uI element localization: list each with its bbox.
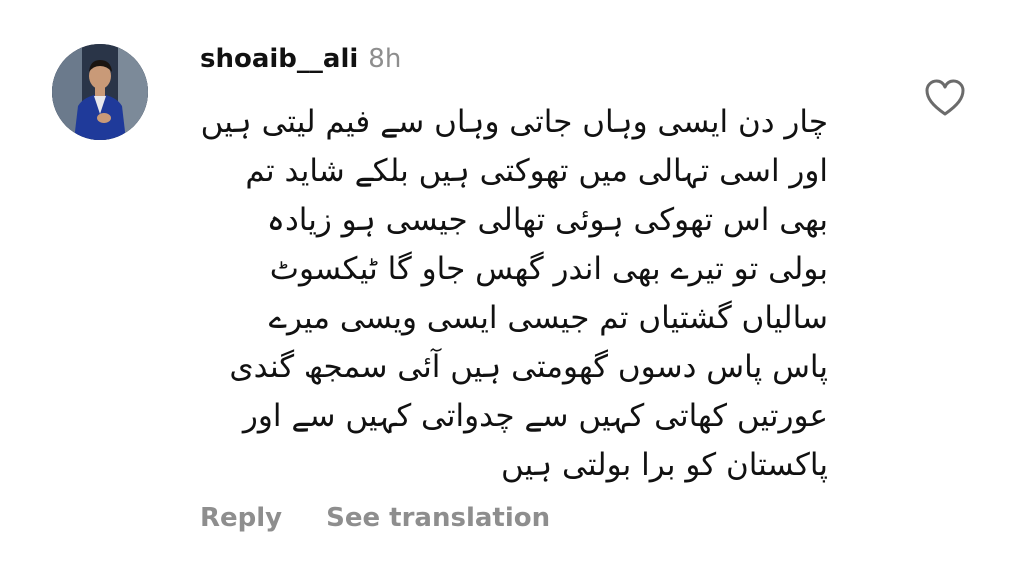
comment-header: shoaib__ali 8h xyxy=(200,44,401,84)
comment-text-line: بھی اس تھوکی ہوئی تھالی جیسی ہو زیادہ xyxy=(266,202,828,238)
comment-item: shoaib__ali 8h چار دن ایسی وہاں جاتی وہا… xyxy=(0,0,1024,578)
username[interactable]: shoaib__ali xyxy=(200,44,358,74)
comment-text-line: پاس پاس دسوں گھومتی ہیں آئی سمجھ گندی xyxy=(229,349,828,385)
timestamp: 8h xyxy=(368,44,402,74)
comment-text-line: اور اسی تہالی میں تھوکتی ہیں بلکے شاید ت… xyxy=(245,153,828,189)
comment-text-line: سالیاں گشتیاں تم جیسی ایسی ویسی میرے xyxy=(268,300,828,336)
profile-photo xyxy=(52,44,148,140)
see-translation-button[interactable]: See translation xyxy=(326,503,550,533)
comment-text-line: پاکستان کو برا بولتی ہیں xyxy=(501,447,828,483)
comment-text-line: چار دن ایسی وہاں جاتی وہاں سے فیم لیتی ہ… xyxy=(200,104,828,140)
comment-text-line: عورتیں کھاتی کہیں سے چدواتی کہیں سے اور xyxy=(242,398,828,434)
comment-text: چار دن ایسی وہاں جاتی وہاں سے فیم لیتی ہ… xyxy=(196,98,828,490)
comment-text-line: بولی تو تیرے بھی اندر گھس جاو گا ٹیکسوٹ xyxy=(269,251,828,287)
comment-actions: Reply See translation xyxy=(200,503,550,533)
reply-button[interactable]: Reply xyxy=(200,503,282,533)
heart-outline-icon[interactable] xyxy=(924,78,966,118)
like-button xyxy=(925,79,965,116)
avatar[interactable] xyxy=(52,44,148,140)
